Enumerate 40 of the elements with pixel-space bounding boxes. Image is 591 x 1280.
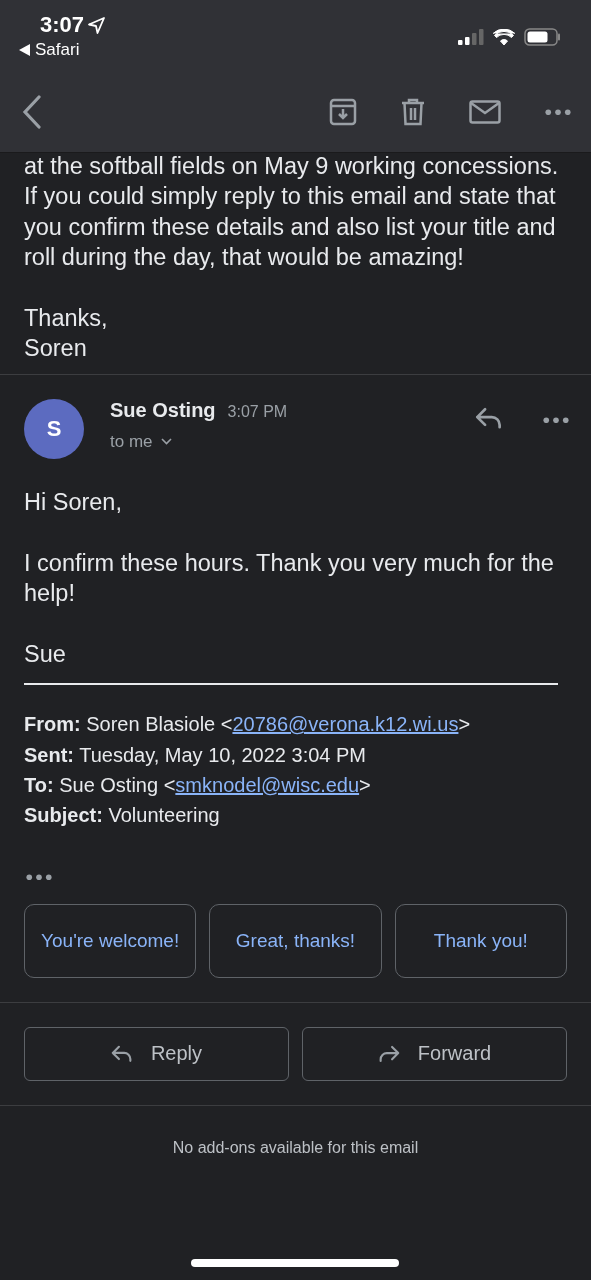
more-icon[interactable]: [545, 108, 571, 116]
reply-icon: [110, 1045, 133, 1063]
reply-button[interactable]: Reply: [24, 1026, 289, 1081]
back-to-app-link[interactable]: Safari: [35, 40, 80, 60]
body-text: Hi Soren,: [24, 487, 123, 517]
email-link[interactable]: 20786@verona.k12.wi.us: [232, 713, 459, 736]
smart-reply-chip[interactable]: Thank you!: [394, 903, 567, 978]
smart-reply-chip[interactable]: Great, thanks!: [209, 903, 382, 978]
chevron-down-icon: [160, 438, 172, 446]
back-chevron-icon[interactable]: [22, 95, 42, 129]
location-arrow-icon: [88, 16, 106, 34]
sender-name: Sue Osting: [110, 398, 216, 422]
quoted-header-line: Subject: Volunteering: [24, 803, 221, 829]
email-link[interactable]: smknodel@wisc.edu: [175, 773, 360, 796]
body-text: Thanks,: [24, 304, 109, 333]
recipient-toggle[interactable]: to me: [110, 431, 288, 452]
archive-icon[interactable]: [329, 98, 357, 126]
message-time: 3:07 PM: [227, 402, 288, 421]
quoted-header-line: From: Soren Blasiole <20786@verona.k12.wi.us>: [24, 712, 472, 738]
forward-icon: [377, 1044, 400, 1063]
signal-icon: [458, 29, 484, 45]
smart-reply-chip[interactable]: You're welcome!: [24, 903, 197, 978]
battery-icon: [524, 28, 561, 46]
more-icon[interactable]: [543, 416, 569, 424]
sender-avatar: S: [24, 398, 84, 459]
reply-icon[interactable]: [475, 406, 503, 430]
forward-button[interactable]: Forward: [302, 1026, 567, 1081]
quoted-header-line: To: Sue Osting <smknodel@wisc.edu>: [24, 772, 372, 798]
body-text: at the softball fields on May 9 working concessions. If you could simply reply to this email and state that you confirm these details and also list your title and roll during the day, that would be amazing!: [24, 152, 560, 273]
add-ons-note: No add-ons available for this email: [171, 1138, 420, 1157]
quoted-header-line: Sent: Tuesday, May 10, 2022 3:04 PM: [24, 742, 368, 768]
trash-icon[interactable]: [401, 98, 425, 126]
back-triangle-icon[interactable]: [19, 44, 30, 56]
mail-icon[interactable]: [469, 100, 501, 124]
more-icon[interactable]: [26, 874, 52, 881]
status-time: 3:07: [40, 12, 85, 38]
body-text: I confirm these hours. Thank you very much for the help!: [24, 548, 555, 609]
body-text: Soren: [24, 334, 88, 364]
wifi-icon: [492, 28, 516, 46]
body-text: Sue: [24, 639, 67, 669]
